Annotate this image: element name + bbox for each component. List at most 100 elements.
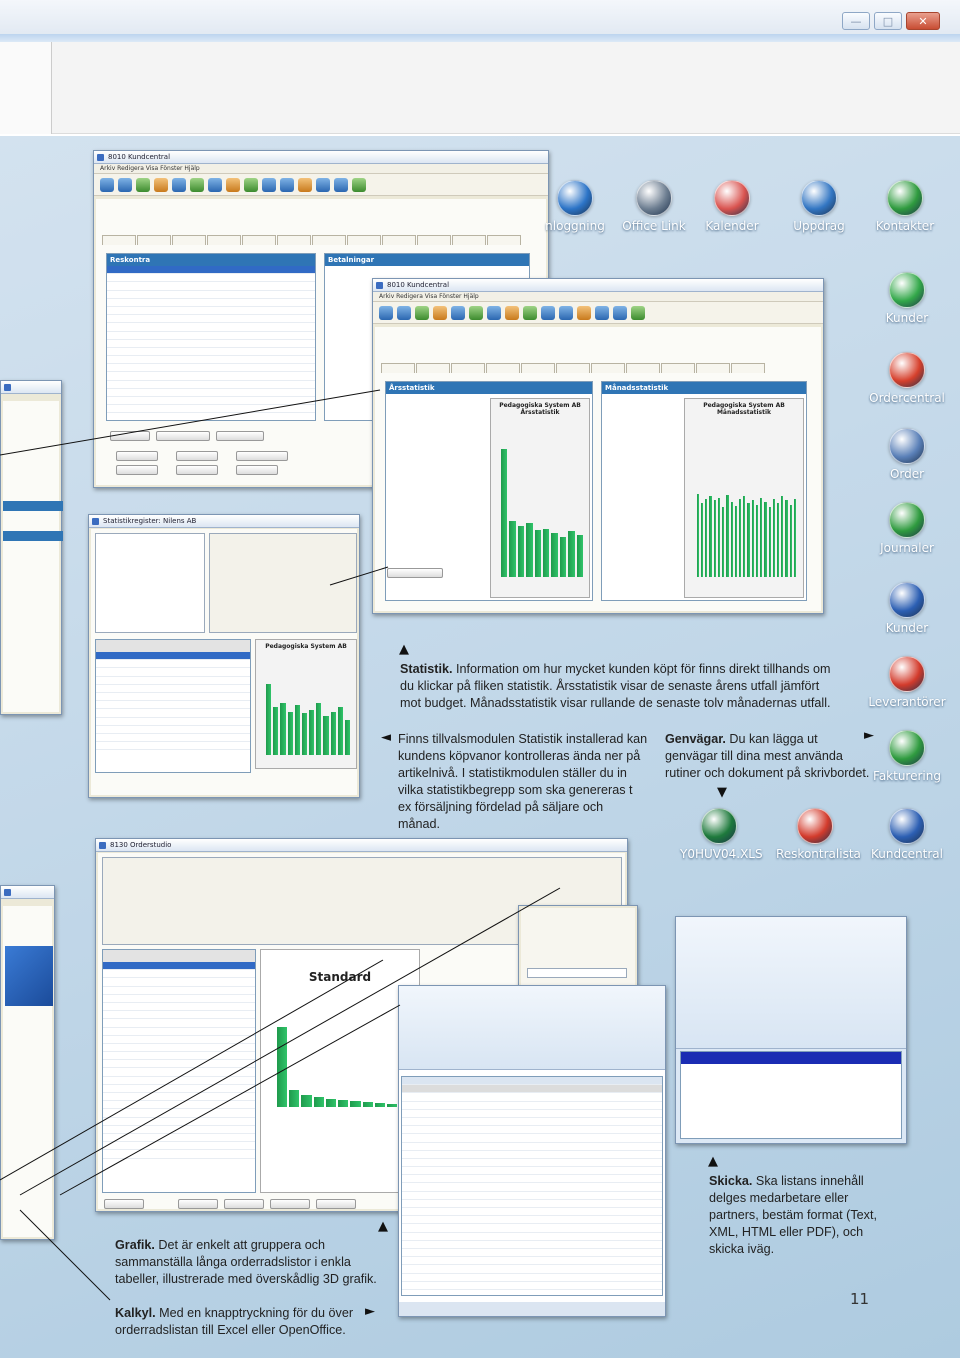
desktop-icon-label: Fakturering [873, 769, 941, 783]
chart-bar [517, 526, 525, 578]
chart-bar [751, 500, 754, 578]
desktop-icon-10[interactable]: Leverantörer [868, 656, 946, 709]
kund-icon [889, 808, 925, 844]
chart-bar [301, 1094, 312, 1108]
desktop-icon-12[interactable]: Y0HUV04.XLS [680, 808, 763, 861]
tab-row[interactable] [381, 363, 765, 373]
arrow-up-skicka: ▲ [708, 1154, 718, 1169]
excel-sheet[interactable] [401, 1076, 663, 1296]
excel-icon [701, 808, 737, 844]
window-title: Statistikregister: Nilens AB [89, 515, 359, 528]
partial-window-left-1 [0, 380, 63, 715]
statistik-bars [266, 668, 351, 756]
caption-genvagar: Genvägar. Du kan lägga ut genvägar till … [665, 732, 870, 780]
window-controls: — □ ✕ [842, 12, 940, 30]
desktop-icon-label: Ordercentral [869, 391, 945, 405]
login-icon [557, 180, 593, 216]
menu-bar[interactable]: Arkiv Redigera Visa Fönster Hjälp [373, 292, 823, 302]
maximize-button[interactable]: □ [874, 12, 902, 30]
statistik-tree[interactable] [95, 533, 205, 633]
contact-icon [887, 180, 923, 216]
chart-bar [266, 683, 272, 756]
project-icon [889, 352, 925, 388]
desktop-icon-2[interactable]: Kalender [693, 180, 771, 233]
caption-statistik: Statistik. Information om hur mycket kun… [400, 662, 831, 710]
chart-bar [789, 504, 792, 578]
folder-icon [801, 180, 837, 216]
chart-bar [323, 716, 329, 756]
reskontra-grid[interactable]: Reskontra [106, 253, 316, 421]
chart-bar [696, 493, 700, 578]
desktop-icon-13[interactable]: Reskontralista [776, 808, 861, 861]
arrow-left-modul: ◄ [381, 730, 391, 745]
printer-icon [797, 808, 833, 844]
desktop-icon-5[interactable]: Kunder [868, 272, 946, 325]
desktop-icon-label: Kontakter [875, 219, 935, 233]
arrow-right-kalkyl: ► [365, 1304, 375, 1319]
chart-bar [760, 497, 763, 578]
desktop-icon-11[interactable]: Fakturering [868, 730, 946, 783]
calendar-icon [714, 180, 750, 216]
desktop-icon-0[interactable]: nloggning [536, 180, 614, 233]
chart-bar [709, 496, 712, 578]
desktop-icon-label: Kalender [705, 219, 759, 233]
chart-bar [722, 507, 725, 578]
chart-bar [500, 449, 508, 578]
chart-bar [747, 503, 750, 578]
chart-bar [330, 711, 336, 756]
desktop-icon-label: Uppdrag [793, 219, 845, 233]
excel-ribbon [399, 986, 665, 1070]
window-title: 8010 Kundcentral [94, 151, 548, 164]
outlook-message-table [680, 1051, 902, 1139]
arrow-up-statistik: ▲ [399, 642, 409, 657]
chart-bar [734, 505, 737, 578]
desktop-icon-7[interactable]: Order [868, 428, 946, 481]
desktop-icon-label: Kundcentral [870, 847, 943, 861]
desktop-icon-label: Order [889, 467, 925, 481]
close-button[interactable]: ✕ [906, 12, 940, 30]
desktop-icon-14[interactable]: Kundcentral [868, 808, 946, 861]
desktop-icon-8[interactable]: Journaler [868, 502, 946, 555]
desktop-icon-9[interactable]: Kunder [868, 582, 946, 635]
toolbar [94, 174, 548, 196]
arrow-up-grafik: ▲ [378, 1219, 388, 1234]
caption-grafik: Grafik. Det är enkelt att gruppera och s… [115, 1238, 377, 1286]
orderstudio-chart: Standard [260, 949, 420, 1193]
chart-bar [772, 499, 775, 578]
chart-bar [705, 499, 708, 578]
menu-bar[interactable]: Arkiv Redigera Visa Fönster Hjälp [94, 164, 548, 174]
order-icon [889, 428, 925, 464]
desktop-icon-1[interactable]: Office Link [615, 180, 693, 233]
chart-bar [730, 501, 733, 578]
desktop-icon-label: Journaler [880, 541, 934, 555]
kundcentral-window-2: 8010 Kundcentral Arkiv Redigera Visa Fön… [372, 278, 824, 614]
desktop-icon-label: Y0HUV04.XLS [680, 847, 763, 861]
desktop-icon-3[interactable]: Uppdrag [780, 180, 858, 233]
supplier-icon [889, 656, 925, 692]
chart-bar [350, 1100, 361, 1108]
chart-bar [362, 1102, 373, 1108]
desktop-icon-4[interactable]: Kontakter [866, 180, 944, 233]
arsstatistik-chart: Pedagogiska System AB Årsstatistik [490, 398, 590, 598]
desktop-icon-6[interactable]: Ordercentral [868, 352, 946, 405]
chart-bar [542, 528, 550, 578]
outlook-ribbon [676, 917, 906, 1049]
chart-bar [755, 504, 759, 578]
tab-row[interactable] [102, 235, 521, 245]
manadsstatistik-header: Månadsstatistik [602, 382, 806, 394]
statistik-grid[interactable] [95, 639, 251, 773]
chart-bar [294, 704, 300, 756]
chart-bar [726, 495, 729, 578]
arrow-right-genvagar: ► [864, 728, 874, 743]
toolbar [373, 302, 823, 324]
chart-bar [287, 711, 293, 756]
invoice-icon [889, 730, 925, 766]
minimize-button[interactable]: — [842, 12, 870, 30]
chart-bar [509, 520, 516, 578]
journal-icon [889, 502, 925, 538]
orderstudio-grid[interactable] [102, 949, 256, 1193]
window-title: 8130 Orderstudio [96, 839, 627, 852]
outlook-window [675, 916, 907, 1144]
desktop-icon-label: Kunder [885, 621, 929, 635]
manadsstatistik-panel[interactable]: Månadsstatistik Pedagogiska System AB Må… [601, 381, 807, 601]
